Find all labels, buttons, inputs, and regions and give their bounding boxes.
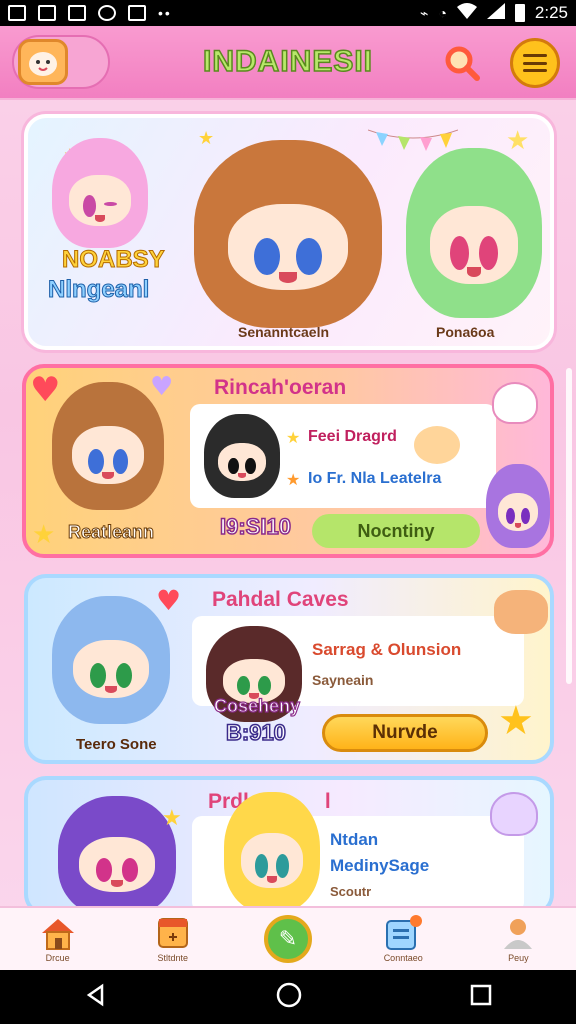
star-decoration-icon: ★ — [32, 520, 56, 550]
character-black-hair — [204, 414, 280, 498]
info-line-1: Ntdan — [330, 830, 379, 849]
star-bullet-icon: ★ — [286, 428, 301, 447]
character-name: Reatleann — [67, 522, 155, 543]
app-header: INDAINESII — [0, 26, 576, 100]
info-line-2: Sayneain — [312, 672, 374, 688]
recents-button[interactable] — [470, 984, 492, 1010]
home-circle-icon — [276, 982, 302, 1008]
nav-item-contacts[interactable]: Conntaeo — [346, 908, 461, 970]
card-title: Rincah'oeran — [214, 376, 347, 399]
star-decoration-icon: ★ — [198, 128, 215, 149]
banner-title-line1: NOABSY — [62, 246, 166, 274]
signal-icon — [486, 2, 505, 24]
chibi-avatar-icon — [18, 39, 68, 85]
game-card-1[interactable]: ♥ ♥ Reatleann ★ Rincah'oeran ★ Feei Drag… — [22, 364, 554, 558]
menu-icon — [523, 54, 547, 72]
ghost-sticker-icon — [492, 382, 538, 424]
vibrate-icon: ⌁ — [420, 4, 429, 21]
profile-pill[interactable] — [12, 35, 110, 89]
info-line-3: Scoutr — [330, 884, 372, 899]
gallery-notification-icon — [8, 5, 26, 21]
back-button[interactable] — [84, 983, 108, 1011]
character-right-green — [406, 148, 542, 318]
nav-item-home[interactable]: Drcue — [0, 908, 115, 970]
game-card-3[interactable]: ★ Prdl l Ntdan MedinySage Scoutr — [24, 776, 554, 906]
character-center-brown — [194, 140, 382, 328]
cloud-notification-icon — [98, 5, 116, 21]
heart-icon: ♥ — [30, 370, 61, 410]
character-brown-hair — [52, 382, 164, 510]
search-button[interactable] — [437, 38, 487, 88]
nav-label-contacts: Conntaeo — [383, 953, 423, 963]
character-left-pink — [52, 138, 148, 248]
back-icon — [86, 983, 104, 1007]
feature-line-1: Feei Dragrd — [308, 428, 397, 445]
clock: 2:25 — [534, 3, 568, 22]
image-notification-icon — [38, 5, 56, 21]
info-line-2: MedinySage — [330, 856, 430, 875]
nav-item-schedule[interactable]: Stltdnte — [115, 908, 230, 970]
battery-icon — [514, 4, 525, 22]
heart-icon: ♥ — [156, 584, 182, 617]
search-icon — [445, 46, 480, 81]
bottom-nav: Drcue Stltdnte ✎ Conntaeo Peuy — [0, 906, 576, 970]
star-decoration-icon: ★ — [162, 806, 182, 831]
banner-title-line2: Nlngeanl — [47, 276, 150, 304]
play-button[interactable]: Nocntiny — [312, 514, 480, 548]
star-decoration-icon: ★ — [506, 126, 530, 156]
recents-icon — [470, 984, 492, 1006]
star-bullet-icon: ★ — [286, 470, 301, 489]
feature-line-2: Io Fr. Nla Leatelra — [308, 470, 442, 487]
character-name-left: Teero Sone — [76, 736, 157, 753]
menu-button[interactable] — [510, 38, 560, 88]
nav-item-profile[interactable]: Peuy — [461, 908, 576, 970]
card-title: Pahdal Caves — [212, 588, 349, 611]
character-name-mid: Coseheny — [213, 695, 301, 716]
app-notification-icon — [128, 5, 146, 21]
profile-icon — [498, 915, 538, 951]
featured-banner-card[interactable]: ★ ★ ✹ NOABSY Nlngeanl Senanntcaeln — [24, 114, 554, 350]
info-panel: ★ Feei Dragrd ★ Io Fr. Nla Leatelra — [190, 404, 496, 508]
home-button[interactable] — [276, 982, 302, 1012]
center-action-icon: ✎ — [264, 915, 312, 963]
nav-label-home: Drcue — [45, 953, 70, 963]
system-nav-bar — [0, 970, 576, 1024]
character-right-name: Pona6oa — [436, 324, 495, 340]
star-face-sticker-icon: ★ — [498, 698, 534, 744]
hat-sticker-icon — [494, 590, 548, 634]
play-button[interactable]: Nurvde — [322, 714, 488, 752]
nav-label-profile: Peuy — [508, 953, 529, 963]
more-notifications-icon: •• — [158, 5, 172, 21]
heart-icon: ♥ — [150, 372, 174, 402]
home-icon — [38, 915, 78, 951]
calendar-icon — [153, 915, 193, 951]
wifi-icon — [456, 2, 477, 24]
status-bar: •• ⌁ ◔ 2:25 — [0, 0, 576, 26]
alarm-icon: ◔ — [438, 5, 447, 21]
game-feed[interactable]: ★ ★ ✹ NOABSY Nlngeanl Senanntcaeln — [0, 100, 576, 906]
bunting-decoration-icon — [368, 129, 458, 151]
info-line-1: Sarrag & Olunsion — [312, 640, 462, 659]
ghost-sticker-icon — [490, 792, 538, 836]
clipboard-icon — [383, 915, 423, 951]
feed-scrollbar[interactable] — [566, 368, 572, 684]
character-center-name: Senanntcaeln — [238, 324, 330, 340]
character-blue-hair — [52, 596, 170, 724]
character-purple-small — [486, 464, 550, 548]
character-purple-hair — [58, 796, 176, 906]
card-price: B:910 — [225, 719, 286, 746]
character-blonde-hair — [224, 792, 320, 906]
card-price: I9:SI10 — [219, 513, 291, 540]
nav-label-schedule: Stltdnte — [157, 953, 189, 963]
nav-item-center-action[interactable]: ✎ — [230, 908, 345, 970]
game-card-2[interactable]: ♥ Teero Sone Pahdal Caves Sarrag & Oluns… — [24, 574, 554, 764]
cat-sticker-icon — [414, 426, 460, 464]
photo-notification-icon — [68, 5, 86, 21]
app-title: INDAINESII — [202, 44, 374, 79]
